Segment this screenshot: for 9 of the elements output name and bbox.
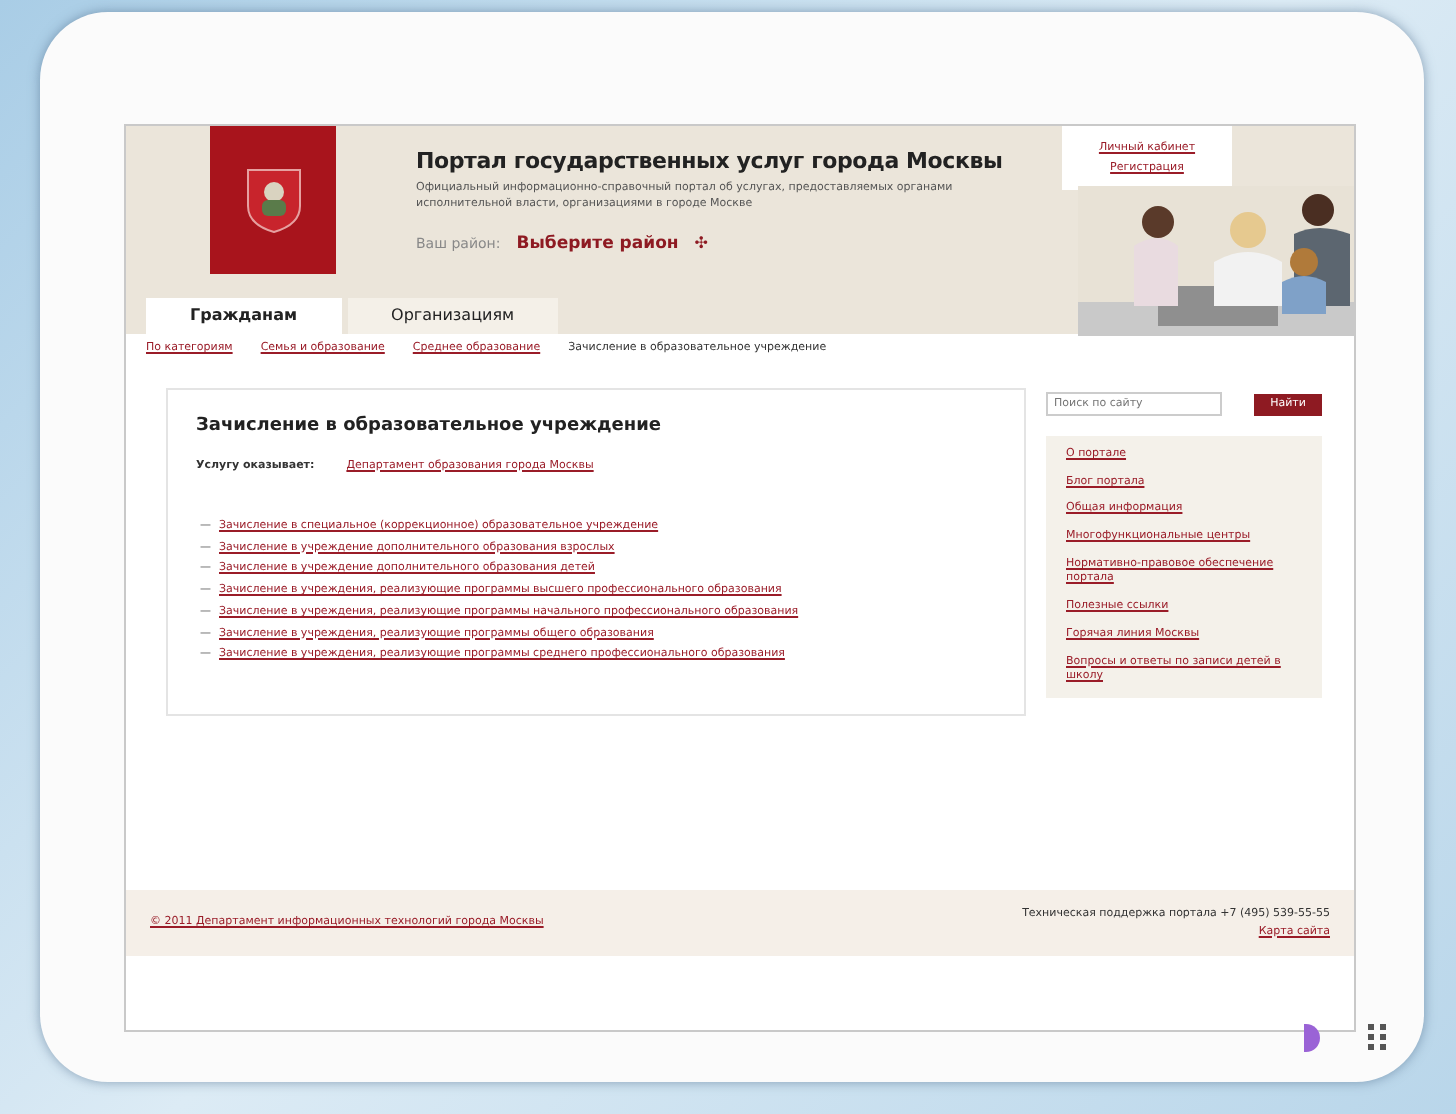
district-link[interactable]: Выберите район bbox=[516, 231, 679, 258]
grid-icon bbox=[1368, 1024, 1388, 1052]
tab[interactable]: Организациям bbox=[347, 298, 559, 334]
logo-icon bbox=[210, 126, 336, 274]
district-icon: ✣ bbox=[694, 232, 708, 257]
portal-title: Портал государственных услуг города Москвы bbox=[416, 150, 1003, 175]
tab[interactable]: Гражданам bbox=[146, 298, 342, 334]
page-heading: Зачисление в образовательное учреждение bbox=[196, 414, 664, 440]
side-tab-icon bbox=[1304, 1024, 1320, 1052]
